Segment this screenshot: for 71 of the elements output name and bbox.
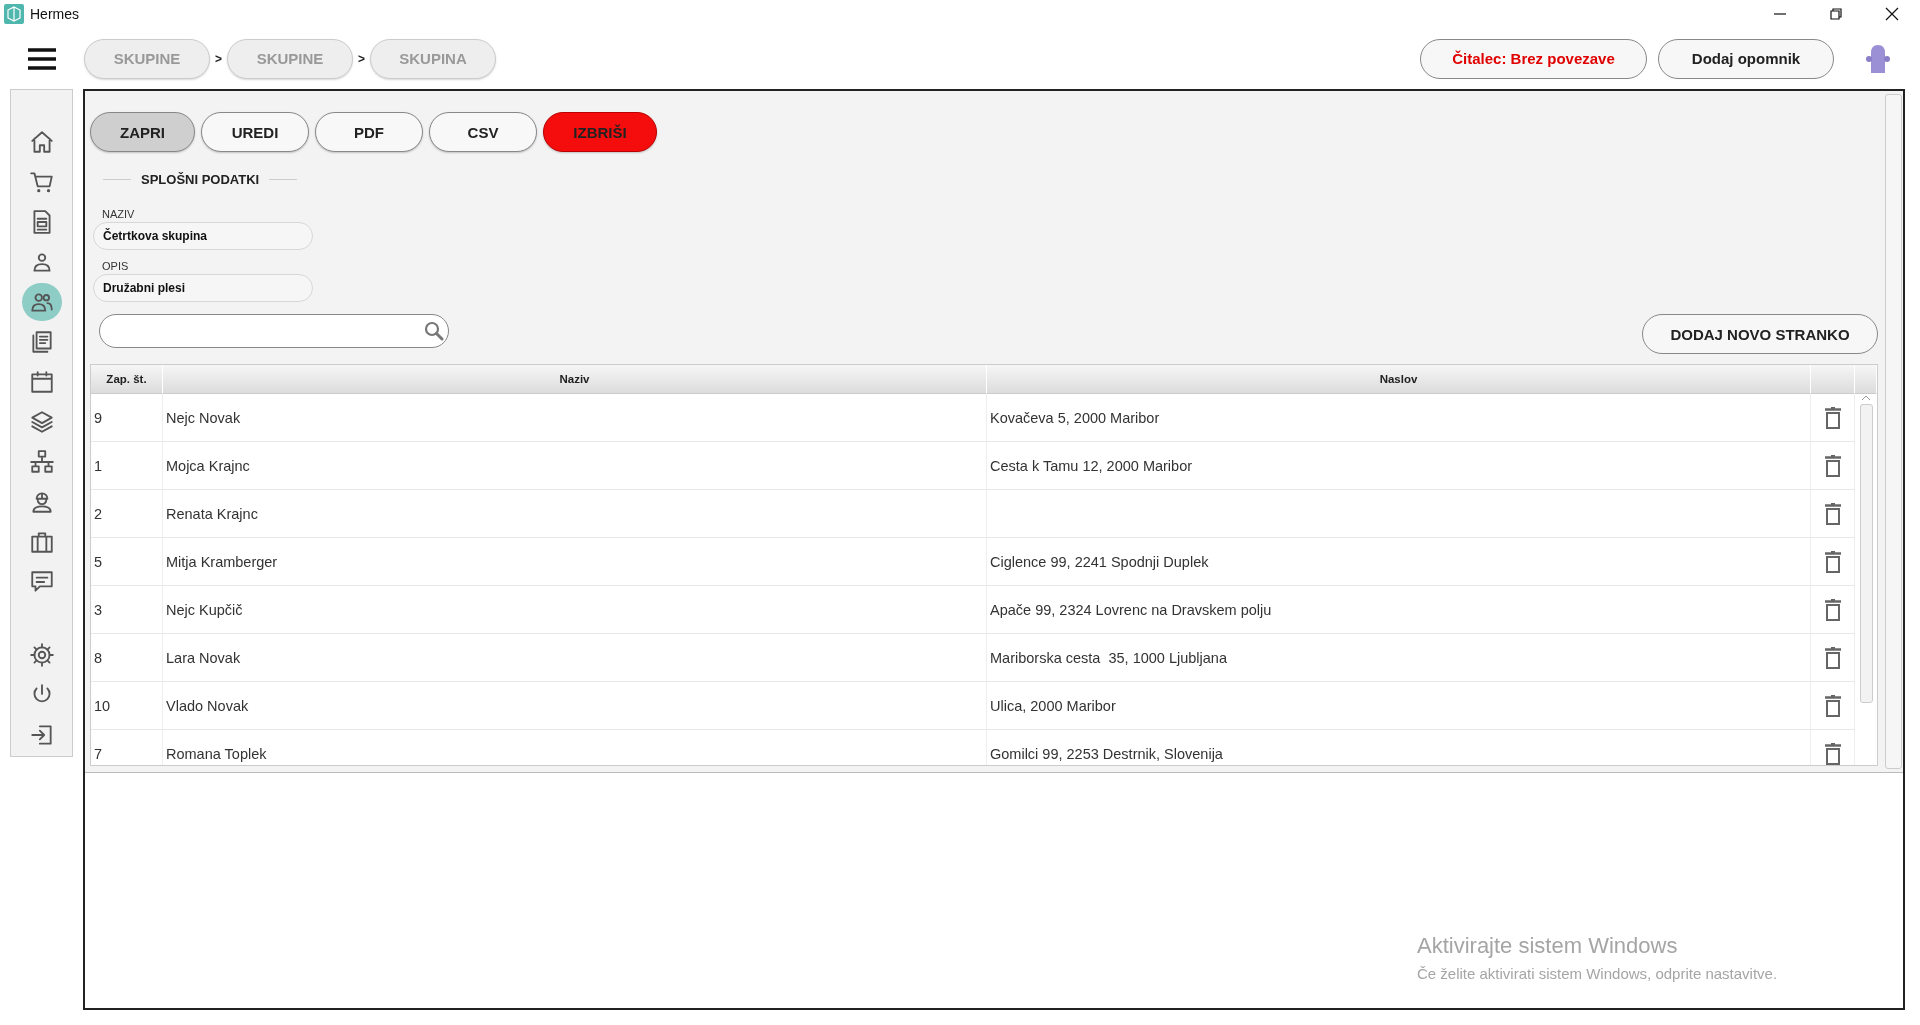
table-cell: Nejc Kupčič — [163, 586, 987, 633]
field-label: NAZIV — [102, 208, 136, 220]
scroll-up-icon — [1860, 394, 1872, 402]
trash-icon[interactable] — [1823, 454, 1842, 477]
app-logo-icon — [4, 4, 24, 24]
sidebar-button[interactable] — [21, 283, 62, 321]
trash-icon[interactable] — [1823, 646, 1842, 669]
chat-icon — [28, 569, 55, 595]
table-cell: Mitja Kramberger — [163, 538, 987, 585]
trash-icon[interactable] — [1823, 406, 1842, 429]
table-cell: Mojca Krajnc — [163, 442, 987, 489]
table-cell: Renata Krajnc — [163, 490, 987, 537]
table-cell: Ciglence 99, 2241 Spodnji Duplek — [987, 538, 1811, 585]
settings-icon — [28, 642, 55, 668]
window-title: Hermes — [30, 6, 80, 22]
table-cell: 1 — [91, 442, 163, 489]
table-cell: 9 — [91, 394, 163, 441]
table-cell: Cesta k Tamu 12, 2000 Maribor — [987, 442, 1811, 489]
column-header: Naziv — [163, 365, 987, 394]
exit-icon — [28, 722, 55, 748]
table-cell: 7 — [91, 730, 163, 765]
breadcrumb-separator: > — [358, 51, 366, 66]
table-cell: Romana Toplek — [163, 730, 987, 765]
close-icon[interactable] — [1884, 6, 1900, 22]
input-field[interactable]: Družabni plesi — [93, 274, 313, 302]
section-heading: SPLOŠNI PODATKI — [141, 171, 260, 187]
trash-icon[interactable] — [1823, 550, 1842, 573]
network-icon — [28, 449, 55, 475]
activation-text: Če želite aktivirati sistem Windows, odprite nastavitve. — [1417, 965, 1779, 982]
action-button[interactable]: PDF — [315, 112, 423, 152]
trash-icon[interactable] — [1823, 742, 1842, 765]
field-label: OPIS — [102, 260, 130, 272]
table-cell: Kovačeva 5, 2000 Maribor — [987, 394, 1811, 441]
search-field[interactable] — [99, 314, 449, 348]
table-cell: Mariborska cesta 35, 1000 Ljubljana — [987, 634, 1811, 681]
table-cell: 2 — [91, 490, 163, 537]
scrollbar[interactable] — [1885, 94, 1902, 769]
action-button[interactable]: UREDI — [201, 112, 309, 152]
calendar-icon — [28, 369, 55, 395]
table-cell: Nejc Novak — [163, 394, 987, 441]
table-cell: Lara Novak — [163, 634, 987, 681]
breadcrumb-separator: > — [215, 51, 222, 66]
delete-button[interactable]: IZBRIŠI — [543, 112, 657, 152]
table-cell: 3 — [91, 586, 163, 633]
table-cell: Apače 99, 2324 Lovrenc na Dravskem polju — [987, 586, 1811, 633]
layers-icon — [28, 409, 55, 435]
table-cell: Ulica, 2000 Maribor — [987, 682, 1811, 729]
input-field[interactable]: Četrtkova skupina — [93, 222, 313, 250]
avatar-icon[interactable] — [1866, 42, 1890, 75]
column-header: Zap. št. — [91, 365, 163, 394]
close-button[interactable]: ZAPRI — [90, 112, 195, 152]
column-header: Naslov — [987, 365, 1811, 394]
trash-icon[interactable] — [1823, 502, 1842, 525]
add-client-button[interactable]: DODAJ NOVO STRANKO — [1642, 314, 1878, 354]
home-icon — [28, 129, 55, 155]
cart-icon — [28, 169, 55, 195]
table-cell: 8 — [91, 634, 163, 681]
menu-icon[interactable] — [28, 46, 56, 71]
trash-icon[interactable] — [1823, 598, 1842, 621]
table-cell: Vlado Novak — [163, 682, 987, 729]
search-icon — [424, 321, 444, 341]
reader-status-button[interactable]: Čitalec: Brez povezave — [1420, 38, 1647, 79]
restore-icon[interactable] — [1828, 6, 1844, 22]
trash-icon[interactable] — [1823, 694, 1842, 717]
table-cell: Gomilci 99, 2253 Destrnik, Slovenija — [987, 730, 1811, 765]
table-cell: 5 — [91, 538, 163, 585]
activation-title: Aktivirajte sistem Windows — [1417, 933, 1679, 959]
table-cell: 10 — [91, 682, 163, 729]
action-button[interactable]: CSV — [429, 112, 537, 152]
add-reminder-button[interactable]: Dodaj opomnik — [1658, 38, 1834, 79]
briefcase-icon — [28, 529, 55, 555]
